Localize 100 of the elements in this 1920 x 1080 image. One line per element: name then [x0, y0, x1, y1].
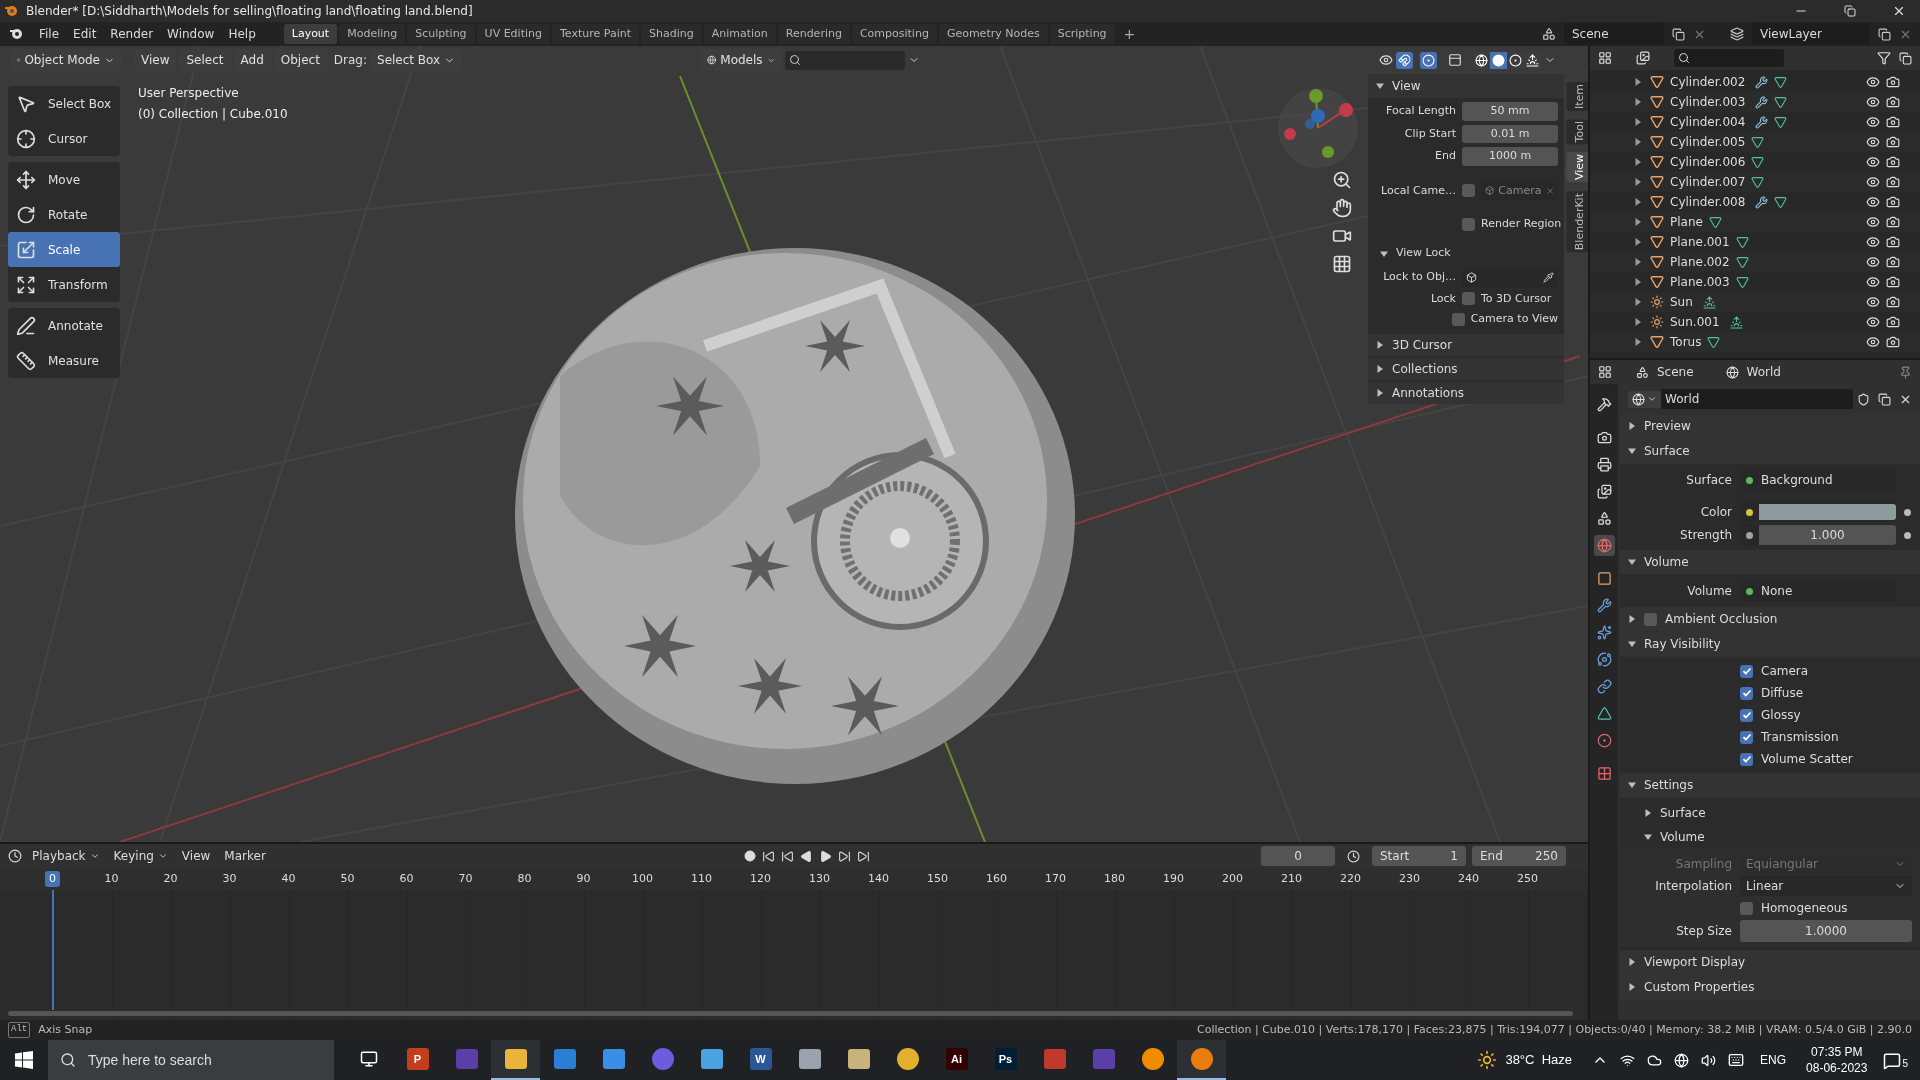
- menu-item[interactable]: Render: [103, 25, 161, 43]
- render-icon[interactable]: [1886, 135, 1900, 149]
- triangle-icon[interactable]: [1376, 82, 1384, 90]
- editor-type-icon[interactable]: [1598, 365, 1612, 379]
- taskbar-app[interactable]: P: [393, 1040, 442, 1080]
- new-scene-icon[interactable]: [1672, 27, 1685, 41]
- scene-field[interactable]: Scene: [1564, 23, 1664, 45]
- triangle-icon[interactable]: [1376, 388, 1384, 397]
- datablock-field[interactable]: World: [1661, 389, 1853, 409]
- render-icon[interactable]: [1886, 115, 1900, 129]
- checkbox[interactable]: [1740, 901, 1753, 915]
- visibility-icon[interactable]: [1866, 275, 1880, 289]
- sidebar-tab[interactable]: View: [1567, 152, 1588, 183]
- globe-icon[interactable]: [1674, 1052, 1690, 1068]
- triangle-icon[interactable]: [1628, 958, 1636, 966]
- number-field[interactable]: 1.0000: [1740, 920, 1912, 942]
- number-field[interactable]: 1000 m: [1462, 147, 1558, 166]
- menu-item[interactable]: Keying: [109, 847, 172, 865]
- close-icon[interactable]: [1892, 4, 1906, 18]
- render-icon[interactable]: [1886, 295, 1900, 309]
- checkbox[interactable]: [1462, 292, 1475, 306]
- checkbox[interactable]: [1740, 730, 1753, 744]
- checkbox[interactable]: [1740, 664, 1753, 678]
- tool-button[interactable]: Annotate: [8, 308, 120, 343]
- render-icon[interactable]: [1886, 315, 1900, 329]
- language-indicator[interactable]: ENG: [1760, 1051, 1787, 1069]
- keyboard-icon[interactable]: [1728, 1052, 1745, 1068]
- play-icon[interactable]: [818, 849, 832, 863]
- search-field[interactable]: Type here to search: [48, 1040, 334, 1080]
- pan-icon[interactable]: [1332, 198, 1352, 218]
- jump-start-icon[interactable]: [761, 849, 775, 863]
- triangle-icon[interactable]: [1634, 258, 1642, 266]
- jump-end-icon[interactable]: [856, 849, 870, 863]
- navigation-gizmo-icon[interactable]: [1276, 86, 1360, 170]
- visibility-icon[interactable]: [1866, 95, 1880, 109]
- render-icon[interactable]: [1886, 95, 1900, 109]
- editor-type-icon[interactable]: [8, 849, 22, 863]
- triangle-icon[interactable]: [1644, 833, 1652, 841]
- visibility-icon[interactable]: [1866, 335, 1880, 349]
- menu-item[interactable]: View: [177, 847, 215, 865]
- checkbox[interactable]: [1462, 184, 1475, 198]
- triangle-icon[interactable]: [1634, 338, 1642, 346]
- world-browse-button[interactable]: [1628, 390, 1661, 408]
- visibility-icon[interactable]: [1866, 155, 1880, 169]
- taskbar-app[interactable]: [491, 1040, 540, 1080]
- render-icon[interactable]: [1886, 255, 1900, 269]
- visibility-icon[interactable]: [1866, 235, 1880, 249]
- zoom-icon[interactable]: [1332, 170, 1352, 190]
- restore-icon[interactable]: [1844, 5, 1856, 17]
- color-swatch[interactable]: [1759, 504, 1896, 520]
- workspace-tab[interactable]: Modeling: [339, 24, 406, 44]
- workspace-tab[interactable]: Geometry Nodes: [938, 24, 1048, 44]
- visibility-icon[interactable]: [1866, 195, 1880, 209]
- workspace-tab[interactable]: Sculpting: [407, 24, 475, 44]
- previous-keyframe-icon[interactable]: [780, 849, 794, 863]
- render-icon[interactable]: [1886, 215, 1900, 229]
- cloud-icon[interactable]: [1647, 1052, 1663, 1068]
- clock-icon[interactable]: [1347, 849, 1360, 863]
- workspace-tab[interactable]: Layout: [283, 24, 338, 44]
- menu-item[interactable]: Playback: [28, 847, 104, 865]
- number-field[interactable]: 0.01 m: [1462, 124, 1558, 143]
- view-layer-field[interactable]: ViewLayer: [1752, 23, 1870, 45]
- duplicate-icon[interactable]: [1878, 392, 1891, 406]
- workspace-tab[interactable]: Scripting: [1049, 24, 1115, 44]
- triangle-icon[interactable]: [1634, 158, 1642, 166]
- triangle-icon[interactable]: [1628, 615, 1636, 623]
- triangle-icon[interactable]: [1376, 364, 1384, 373]
- taskbar-app[interactable]: Ai: [932, 1040, 981, 1080]
- triangle-icon[interactable]: [1634, 118, 1642, 126]
- filter-icon[interactable]: [1877, 51, 1891, 65]
- visibility-icon[interactable]: [1866, 135, 1880, 149]
- tool-button[interactable]: Scale: [8, 232, 120, 267]
- tool-button[interactable]: Rotate: [8, 197, 120, 232]
- end-frame-field[interactable]: End 250: [1472, 846, 1566, 866]
- workspace-tab[interactable]: Rendering: [777, 24, 850, 44]
- render-icon[interactable]: [1886, 75, 1900, 89]
- shader-name[interactable]: None: [1761, 582, 1793, 600]
- tool-button[interactable]: Transform: [8, 267, 120, 302]
- tool-button[interactable]: Select Box: [8, 86, 120, 121]
- triangle-icon[interactable]: [1634, 318, 1642, 326]
- visibility-icon[interactable]: [1866, 215, 1880, 229]
- render-icon[interactable]: [1886, 175, 1900, 189]
- menu-item[interactable]: Help: [221, 25, 263, 43]
- visibility-icon[interactable]: [1866, 75, 1880, 89]
- triangle-icon[interactable]: [1634, 298, 1642, 306]
- next-keyframe-icon[interactable]: [837, 849, 851, 863]
- triangle-icon[interactable]: [1634, 138, 1642, 146]
- play-reverse-icon[interactable]: [799, 849, 813, 863]
- triangle-icon[interactable]: [1634, 78, 1642, 86]
- checkbox[interactable]: [1451, 312, 1465, 326]
- workspace-tab[interactable]: Shading: [640, 24, 702, 44]
- triangle-icon[interactable]: [1628, 781, 1636, 789]
- workspace-tab[interactable]: UV Editing: [476, 24, 550, 44]
- shader-name[interactable]: Background: [1761, 471, 1833, 489]
- object-field[interactable]: Camera: [1481, 181, 1558, 200]
- start-frame-field[interactable]: Start 1: [1372, 846, 1466, 866]
- taskbar-app[interactable]: [1177, 1040, 1226, 1080]
- workspace-tab[interactable]: Animation: [703, 24, 776, 44]
- properties-tab[interactable]: [1593, 535, 1615, 556]
- triangle-icon[interactable]: [1380, 249, 1388, 258]
